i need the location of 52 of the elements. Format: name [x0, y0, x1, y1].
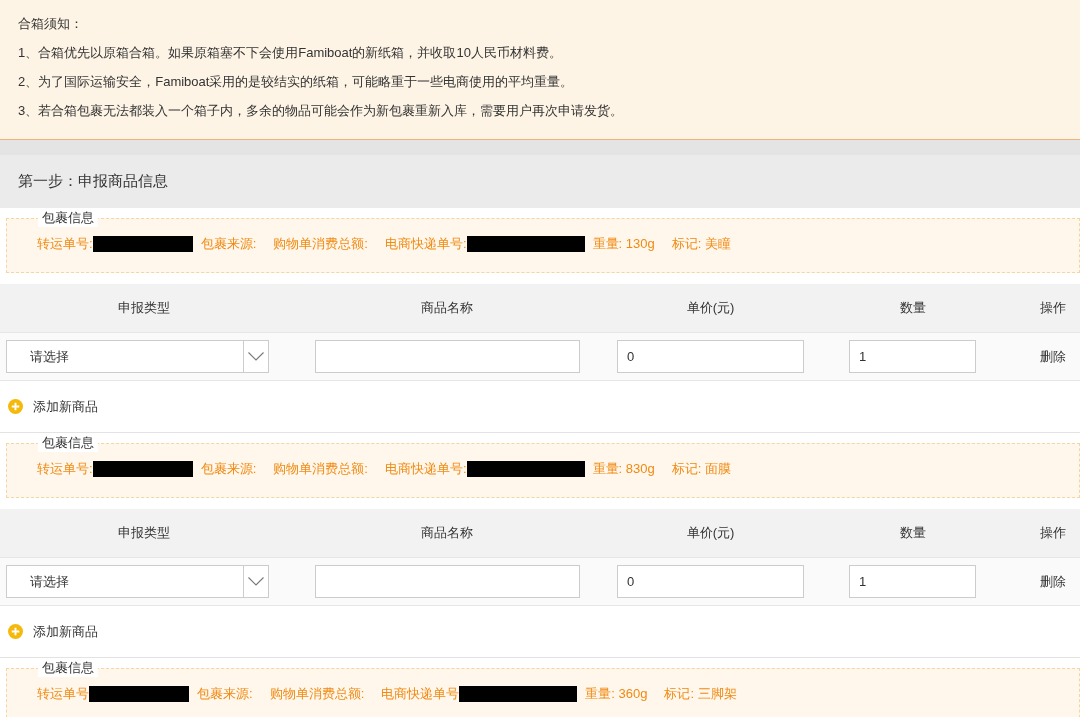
parcel-field: 重量: 360g: [585, 685, 648, 703]
parcel-field: 重量: 130g: [592, 235, 655, 253]
price-input[interactable]: 0: [617, 565, 804, 598]
parcel-field: 包裹来源:: [197, 685, 253, 703]
column-header: 申报类型: [118, 299, 170, 317]
parcel-field: 电商快递单号: [381, 685, 460, 703]
column-header: 数量: [899, 299, 926, 317]
delete-link[interactable]: 删除: [1040, 572, 1066, 591]
delete-link[interactable]: 删除: [1040, 347, 1066, 366]
parcel-legend: 包裹信息: [38, 209, 98, 227]
parcel-field: 购物单消费总额:: [273, 460, 368, 478]
quantity-input[interactable]: 1: [849, 340, 976, 373]
add-item-button[interactable]: 添加新商品: [8, 622, 98, 641]
column-header: 操作: [1040, 524, 1066, 542]
notice-title: 合箱须知：: [18, 15, 83, 33]
parcel-field: 转运单号:: [37, 460, 93, 478]
parcel-field: 购物单消费总额:: [269, 685, 365, 703]
parcel-field: 电商快递单号:: [384, 235, 467, 253]
parcel-field: 转运单号:: [37, 235, 93, 253]
column-header: 商品名称: [421, 299, 473, 317]
parcel-legend: 包裹信息: [38, 434, 98, 452]
plus-icon: [8, 399, 23, 414]
parcel-field: 标记: 面膜: [671, 460, 731, 478]
column-header: 数量: [899, 524, 926, 542]
name-input[interactable]: [314, 565, 580, 598]
chevron-down-icon: [248, 577, 264, 586]
column-header: 操作: [1040, 299, 1066, 317]
parcel-field: 购物单消费总额:: [273, 235, 368, 253]
column-header: 申报类型: [118, 524, 170, 542]
parcel-field: 重量: 830g: [592, 460, 655, 478]
parcel-field: 包裹来源:: [200, 460, 257, 478]
add-item-button[interactable]: 添加新商品: [8, 397, 98, 416]
notice-item: 2、为了国际运输安全，Famiboat采用的是较结实的纸箱，可能略重于一些电商使用的平均重量。: [18, 73, 574, 91]
type-select[interactable]: 请选择: [6, 340, 269, 373]
quantity-input[interactable]: 1: [849, 565, 976, 598]
step-title: 第一步：申报商品信息: [18, 172, 168, 191]
chevron-down-icon: [248, 352, 264, 361]
parcel-field: 电商快递单号:: [384, 460, 467, 478]
name-input[interactable]: [314, 340, 580, 373]
column-header: 单价(元): [686, 299, 735, 317]
type-select[interactable]: 请选择: [6, 565, 269, 598]
notice-item: 3、若合箱包裹无法都装入一个箱子内，多余的物品可能会作为新包裹重新入库，需要用户再次申请发货。: [18, 102, 624, 120]
parcel-field: 标记: 美瞳: [671, 235, 731, 253]
column-header: 商品名称: [421, 524, 473, 542]
parcel-field: 转运单号: [37, 685, 89, 703]
notice-item: 1、合箱优先以原箱合箱。如果原箱塞不下会使用Famiboat的新纸箱，并收取10人民币材料费。: [18, 44, 562, 62]
plus-icon: [8, 624, 23, 639]
price-input[interactable]: 0: [617, 340, 804, 373]
parcel-field: 包裹来源:: [200, 235, 257, 253]
parcel-legend: 包裹信息: [38, 659, 98, 677]
parcel-field: 标记: 三脚架: [664, 685, 737, 703]
column-header: 单价(元): [686, 524, 735, 542]
